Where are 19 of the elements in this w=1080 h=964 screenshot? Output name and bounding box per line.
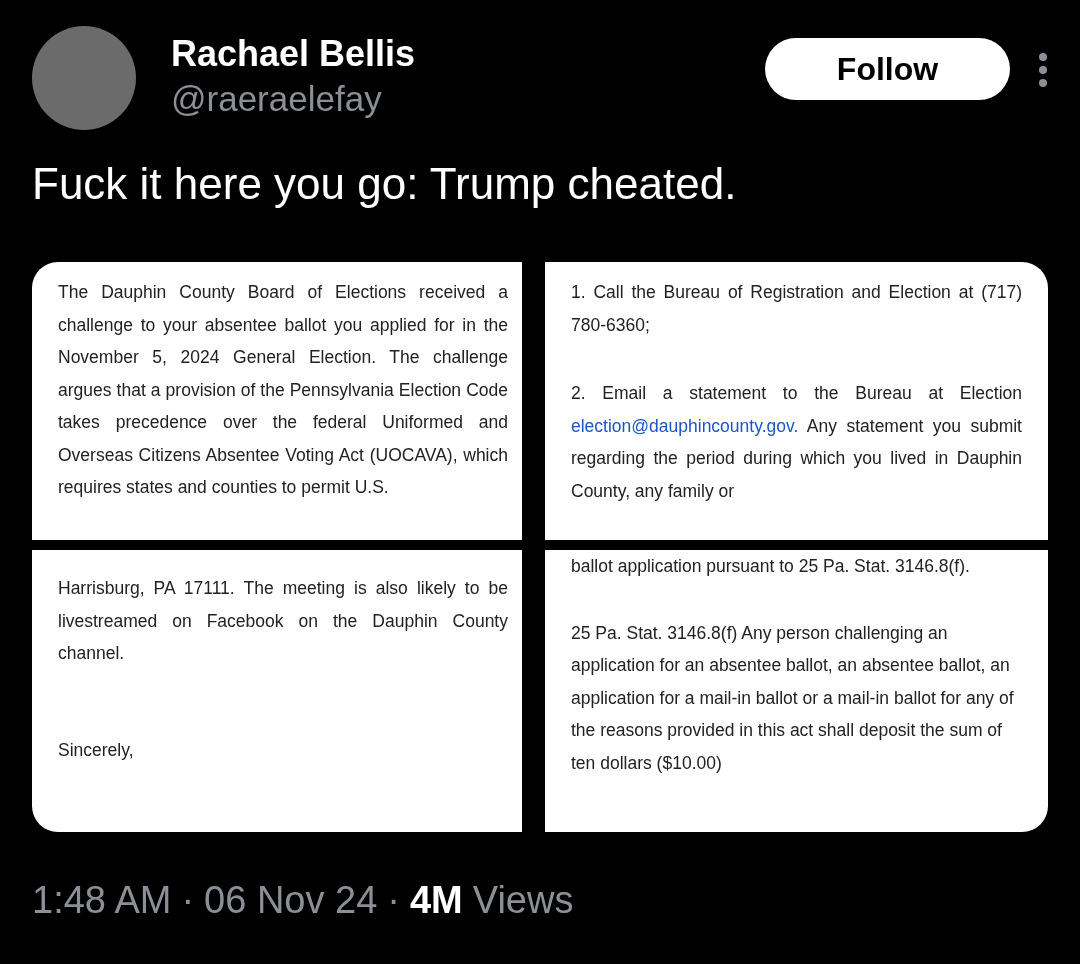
separator-dot: ·: [387, 878, 400, 923]
letter-paragraph: 25 Pa. Stat. 3146.8(f) Any person challenging an application for an absentee ballot, an absentee ballot, an application for a mail-in ballot or a mail-in ballot for any of the reasons provided in this act shall deposit the sum of ten dollars ($10.00): [571, 621, 1015, 775]
email-link[interactable]: election@dauphincounty.gov.: [571, 415, 799, 436]
follow-button[interactable]: Follow: [765, 38, 1010, 100]
letter-paragraph: 1. Call the Bureau of Registration and Election at (717) 780-6360;: [571, 281, 1022, 337]
letter-paragraph: Harrisburg, PA 17111. The meeting is also likely to be livestreamed on Facebook on the Dauphin County channel.: [58, 577, 508, 665]
letter-paragraph: 2. Email a statement to the Bureau at Election election@dauphincounty.gov. Any statement you submit regarding the period during which you lived in Dauphin County, any family or: [571, 382, 1022, 503]
more-options-icon[interactable]: [1038, 52, 1048, 88]
post-date[interactable]: 06 Nov 24: [204, 872, 378, 929]
separator-dot: ·: [181, 878, 195, 923]
author-name[interactable]: Rachael Bellis: [171, 31, 416, 77]
post-time[interactable]: 1:48 AM: [32, 872, 172, 929]
letter-paragraph: Sincerely,: [58, 738, 135, 762]
author-handle[interactable]: @raeraelefay: [171, 77, 416, 121]
views-label: Views: [472, 878, 574, 923]
tweet-text: Fuck it here you go: Trump cheated.: [32, 158, 738, 210]
letter-paragraph: ballot application pursuant to 25 Pa. Stat. 3146.8(f).: [571, 555, 971, 578]
views-count: 4M: [409, 878, 463, 923]
letter-paragraph: The Dauphin County Board of Elections received a challenge to your absentee ballot you applied for in the November 5, 2024 General Election. The challenge argues that a provision of the Pennsylvania Election Code takes precedence over the federal Uniformed and Overseas Citizens Absentee Voting Act (UOCAVA), which requires states and counties to permit U.S.: [58, 281, 508, 499]
